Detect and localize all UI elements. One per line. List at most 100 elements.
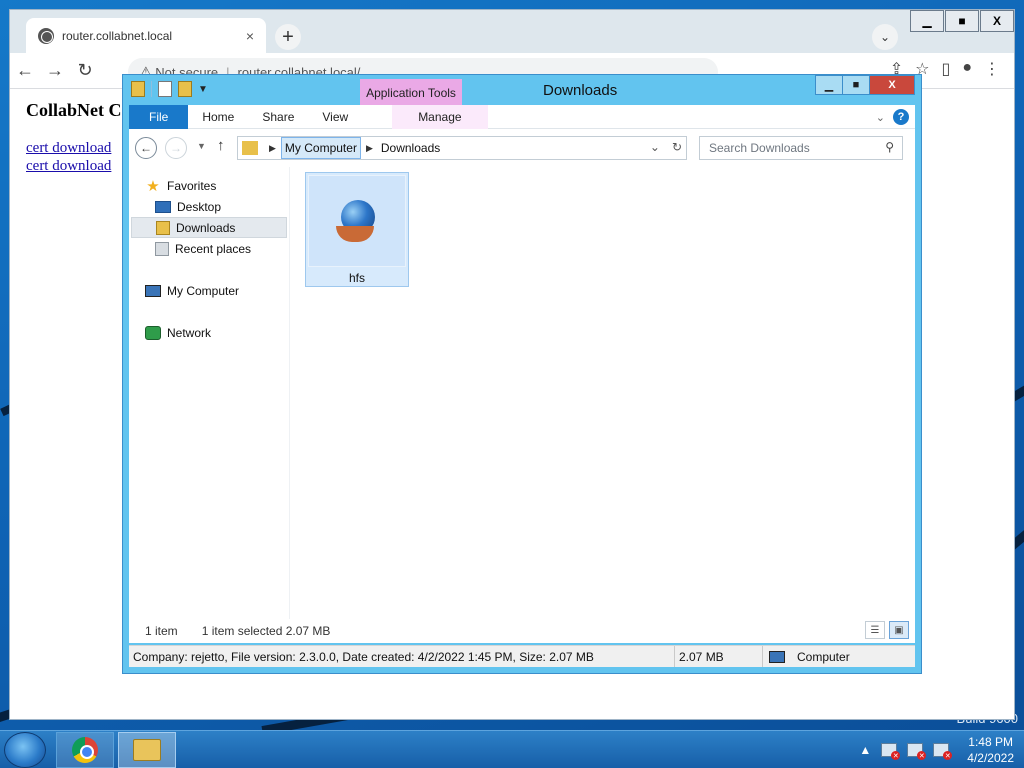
ribbon-right: ⌄ ? xyxy=(876,109,909,125)
view-toggle: ☰ ▣ xyxy=(865,621,909,639)
file-name: hfs xyxy=(348,271,365,285)
explorer-titlebar: ▼ Application Tools Downloads ▁ ■ X xyxy=(123,75,921,107)
explorer-maximize-button[interactable]: ■ xyxy=(842,75,870,95)
tab-close-icon[interactable]: × xyxy=(246,28,254,44)
show-hidden-icons-icon[interactable]: ▲ xyxy=(859,743,871,757)
browser-tab[interactable]: router.collabnet.local × xyxy=(26,18,266,53)
search-icon[interactable]: ⚲ xyxy=(885,140,894,154)
nav-my-computer-label: My Computer xyxy=(167,283,240,298)
quick-access-toolbar: ▼ xyxy=(131,81,208,97)
taskbar-chrome[interactable] xyxy=(56,732,114,768)
computer-icon xyxy=(769,650,785,663)
nav-desktop-label: Desktop xyxy=(177,199,222,214)
desktop-icon xyxy=(155,200,171,213)
selection-info: 1 item selected 2.07 MB xyxy=(201,624,331,638)
up-arrow-icon[interactable]: ↑ xyxy=(217,137,225,154)
details-bar: Company: rejetto, File version: 2.3.0.0,… xyxy=(129,645,915,667)
nav-network-label: Network xyxy=(167,325,212,340)
navigation-pane: ★ Favorites Desktop Downloads Recent pla… xyxy=(129,167,289,619)
network-status-icon[interactable]: ✕ xyxy=(907,743,927,760)
system-tray: ▲ ✕ ✕ ✕ 1:48 PM 4/2/2022 xyxy=(859,731,1014,768)
chrome-window-controls: ▁ ■ X xyxy=(909,10,1014,32)
file-location-label: Computer xyxy=(797,649,850,664)
clock[interactable]: 1:48 PM 4/2/2022 xyxy=(967,734,1014,766)
nav-my-computer[interactable]: My Computer xyxy=(145,280,301,301)
tab-file[interactable]: File xyxy=(129,105,189,129)
tab-title: router.collabnet.local xyxy=(62,28,173,43)
breadcrumb-my-computer[interactable]: My Computer xyxy=(280,137,361,159)
file-size: 2.07 MB xyxy=(675,646,763,667)
properties-icon[interactable] xyxy=(158,81,172,97)
nav-desktop[interactable]: Desktop xyxy=(155,196,311,217)
minimize-button[interactable]: ▁ xyxy=(910,10,944,32)
explorer-minimize-button[interactable]: ▁ xyxy=(815,75,843,95)
address-actions: ⌄ ↻ xyxy=(650,140,682,154)
profile-icon[interactable]: ● xyxy=(962,59,972,79)
globe-icon xyxy=(38,27,54,44)
reload-icon[interactable]: ↻ xyxy=(70,60,100,81)
forward-arrow-icon[interactable]: → xyxy=(40,60,70,81)
ribbon-tabs: File Home Share View Manage ⌄ ? xyxy=(129,105,915,129)
customize-dropdown-icon[interactable]: ▼ xyxy=(198,84,208,95)
refresh-icon[interactable]: ↻ xyxy=(672,140,682,154)
explorer-window: ▼ Application Tools Downloads ▁ ■ X File… xyxy=(122,74,922,674)
chrome-tab-strip: router.collabnet.local × + ⌄ ▁ ■ X xyxy=(10,10,1014,53)
volume-muted-icon[interactable]: ✕ xyxy=(933,743,953,760)
menu-icon[interactable]: ⋮ xyxy=(984,59,1000,79)
breadcrumb-downloads[interactable]: Downloads xyxy=(378,137,443,159)
search-placeholder: Search Downloads xyxy=(709,141,810,155)
computer-icon xyxy=(145,284,161,297)
details-view-icon[interactable]: ☰ xyxy=(865,621,885,639)
new-folder-icon[interactable] xyxy=(178,81,192,97)
qa-separator xyxy=(151,81,152,97)
forward-icon[interactable]: → xyxy=(165,137,187,159)
start-button[interactable] xyxy=(4,732,46,768)
file-details: Company: rejetto, File version: 2.3.0.0,… xyxy=(129,646,675,667)
location-folder-icon xyxy=(242,141,258,155)
clock-time: 1:48 PM xyxy=(968,735,1013,749)
breadcrumb-arrow-icon[interactable]: ▶ xyxy=(269,143,276,154)
action-center-icon[interactable]: ✕ xyxy=(881,743,901,760)
nav-downloads-label: Downloads xyxy=(176,220,236,235)
breadcrumb-arrow-icon[interactable]: ▶ xyxy=(366,143,373,154)
file-list: hfs xyxy=(289,167,915,619)
tab-share[interactable]: Share xyxy=(248,105,308,129)
nav-favorites[interactable]: ★ Favorites xyxy=(145,175,301,196)
taskbar: ▲ ✕ ✕ ✕ 1:48 PM 4/2/2022 xyxy=(0,730,1024,768)
tab-view[interactable]: View xyxy=(308,105,362,129)
new-tab-button[interactable]: + xyxy=(275,24,301,50)
file-item[interactable]: hfs xyxy=(305,172,409,287)
explorer-close-button[interactable]: X xyxy=(869,75,915,95)
tab-home[interactable]: Home xyxy=(188,105,248,129)
application-tools-label: Application Tools xyxy=(360,79,462,107)
explorer-title: Downloads xyxy=(543,82,618,99)
nav-favorites-label: Favorites xyxy=(167,178,217,193)
side-panel-icon[interactable]: ▯ xyxy=(942,59,951,79)
tab-search-button[interactable]: ⌄ xyxy=(872,24,898,50)
search-downloads-input[interactable]: Search Downloads ⚲ xyxy=(699,136,903,160)
tab-manage[interactable]: Manage xyxy=(392,105,488,129)
recent-places-icon xyxy=(155,241,169,256)
explorer-window-controls: ▁ ■ X xyxy=(815,75,915,95)
close-button[interactable]: X xyxy=(980,10,1014,32)
recent-locations-dropdown-icon[interactable]: ▼ xyxy=(197,141,206,151)
back-arrow-icon[interactable]: ← xyxy=(10,60,40,81)
star-icon: ★ xyxy=(146,177,160,195)
nav-network[interactable]: Network xyxy=(145,322,301,343)
large-icons-view-icon[interactable]: ▣ xyxy=(889,621,909,639)
network-icon xyxy=(145,325,161,340)
file-explorer-icon xyxy=(133,739,161,761)
expand-ribbon-icon[interactable]: ⌄ xyxy=(876,111,885,124)
file-thumbnail xyxy=(308,175,406,267)
address-dropdown-icon[interactable]: ⌄ xyxy=(650,140,660,154)
taskbar-explorer[interactable] xyxy=(118,732,176,768)
maximize-button[interactable]: ■ xyxy=(945,10,979,32)
chrome-icon xyxy=(72,737,98,763)
folder-icon[interactable] xyxy=(131,81,145,97)
explorer-address-bar[interactable]: ▶ My Computer ▶ Downloads ⌄ ↻ xyxy=(237,136,687,160)
nav-downloads[interactable]: Downloads xyxy=(131,217,287,238)
nav-recent-places[interactable]: Recent places xyxy=(155,238,311,259)
hfs-hand-icon xyxy=(336,226,374,242)
back-icon[interactable]: ← xyxy=(135,137,157,159)
help-icon[interactable]: ? xyxy=(893,109,909,125)
